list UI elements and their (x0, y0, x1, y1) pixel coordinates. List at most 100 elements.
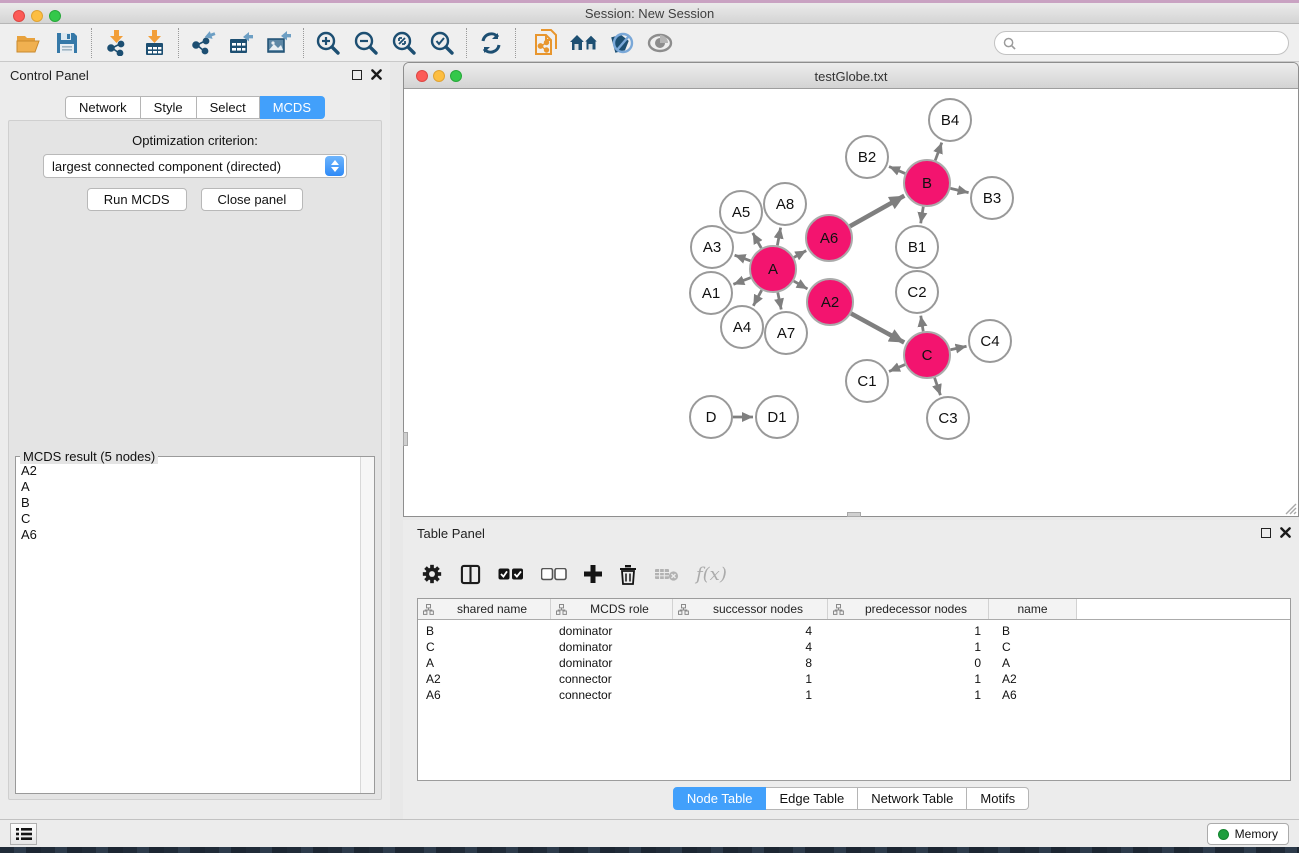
hide-labels-button[interactable] (603, 27, 641, 59)
table-cell: B (418, 624, 551, 638)
tab-network-table[interactable]: Network Table (858, 787, 967, 810)
graph-edge-B-B3[interactable] (950, 188, 968, 192)
table-cell: B (989, 624, 1077, 638)
table-row[interactable]: Cdominator41C (418, 639, 1290, 655)
column-header-MCDS-role[interactable]: MCDS role (551, 599, 673, 619)
graph-node-label-A3: A3 (703, 239, 721, 256)
delete-column-button[interactable] (619, 564, 637, 585)
search-field[interactable] (994, 31, 1289, 55)
run-mcds-button[interactable]: Run MCDS (87, 188, 187, 211)
refresh-button[interactable] (472, 27, 510, 59)
graph-edge-B-B1[interactable] (921, 207, 924, 224)
column-header-filler (1077, 599, 1290, 619)
show-columns-button[interactable] (460, 564, 481, 585)
close-panel-button[interactable]: Close panel (201, 188, 304, 211)
tab-motifs[interactable]: Motifs (967, 787, 1029, 810)
graph-edge-A-A3[interactable] (735, 255, 751, 261)
graph-edge-C-C3[interactable] (935, 378, 941, 395)
result-list-item[interactable]: A6 (21, 527, 360, 543)
control-panel-title: Control Panel (10, 68, 89, 83)
graph-node-label-A7: A7 (777, 325, 795, 342)
zoom-fit-button[interactable] (385, 27, 423, 59)
table-cell: 0 (828, 656, 989, 670)
toolbar-separator (91, 28, 92, 58)
graph-edge-A-A6[interactable] (794, 251, 806, 258)
table-row[interactable]: Adominator80A (418, 655, 1290, 671)
graph-edge-A2-C[interactable] (851, 314, 904, 343)
zoom-selected-icon (429, 30, 455, 56)
save-session-button[interactable] (48, 27, 86, 59)
open-folder-icon (16, 32, 42, 54)
graph-edge-A-A4[interactable] (753, 290, 761, 306)
graph-edge-A-A5[interactable] (753, 233, 762, 248)
resize-grip-icon[interactable] (1284, 502, 1297, 515)
memory-button[interactable]: Memory (1207, 823, 1289, 845)
result-list-item[interactable]: A (21, 479, 360, 495)
close-table-panel-icon[interactable] (1280, 527, 1291, 538)
graph-edge-A6-B[interactable] (850, 196, 904, 227)
table-panel-title: Table Panel (417, 526, 485, 541)
delete-table-button-disabled (654, 566, 679, 582)
table-row[interactable]: A6connector11A6 (418, 687, 1290, 703)
table-cell: C (418, 640, 551, 654)
table-row[interactable]: Bdominator41B (418, 623, 1290, 639)
toolbar-separator (466, 28, 467, 58)
save-icon (56, 32, 78, 54)
zoom-out-button[interactable] (347, 27, 385, 59)
result-list-item[interactable]: B (21, 495, 360, 511)
result-list-item[interactable]: C (21, 511, 360, 527)
zoom-in-button[interactable] (309, 27, 347, 59)
tab-mcds[interactable]: MCDS (260, 96, 325, 119)
graph-edge-B-B2[interactable] (889, 167, 905, 174)
add-column-button[interactable] (584, 565, 602, 583)
open-session-button[interactable] (10, 27, 48, 59)
network-vscroll-thumb[interactable] (403, 432, 408, 446)
network-window-titlebar[interactable]: testGlobe.txt (404, 63, 1298, 89)
table-cell: 1 (828, 640, 989, 654)
table-row[interactable]: A2connector11A2 (418, 671, 1290, 687)
graph-edge-C-C2[interactable] (921, 316, 923, 332)
import-table-button[interactable] (135, 27, 173, 59)
node-table[interactable]: shared nameMCDS rolesuccessor nodesprede… (417, 598, 1291, 781)
result-list-scrollbar[interactable] (360, 457, 374, 793)
network-canvas[interactable]: B4B2BB3A5A8A6B1A3AC2A1A2A4A7C4CC1C3DD1 (404, 89, 1298, 516)
graph-edge-C-C1[interactable] (889, 365, 905, 372)
export-table-button[interactable] (222, 27, 260, 59)
network-hscroll-thumb[interactable] (847, 512, 861, 517)
home-layout-button[interactable] (565, 27, 603, 59)
tab-style[interactable]: Style (141, 96, 197, 119)
criterion-dropdown[interactable]: largest connected component (directed) (43, 154, 347, 178)
export-image-button[interactable] (260, 27, 298, 59)
float-panel-icon[interactable] (352, 70, 362, 80)
column-header-predecessor-nodes[interactable]: predecessor nodes (828, 599, 989, 619)
table-cell: 1 (828, 688, 989, 702)
network-from-file-button[interactable] (527, 27, 565, 59)
export-network-button[interactable] (184, 27, 222, 59)
graph-edge-A-A1[interactable] (733, 278, 750, 285)
tab-node-table[interactable]: Node Table (673, 787, 767, 810)
table-settings-button[interactable] (421, 563, 443, 585)
task-history-button[interactable] (10, 823, 37, 845)
column-header-shared-name[interactable]: shared name (418, 599, 551, 619)
column-header-name[interactable]: name (989, 599, 1077, 619)
float-table-panel-icon[interactable] (1261, 528, 1271, 538)
table-cell: A2 (418, 672, 551, 686)
result-list-item[interactable]: A2 (21, 463, 360, 479)
zoom-selected-button[interactable] (423, 27, 461, 59)
graph-edge-B-B4[interactable] (935, 143, 942, 161)
select-all-button[interactable] (498, 568, 524, 581)
column-header-successor-nodes[interactable]: successor nodes (673, 599, 828, 619)
tab-select[interactable]: Select (197, 96, 260, 119)
graph-edge-C-C4[interactable] (950, 346, 966, 350)
search-input[interactable] (1016, 33, 1288, 53)
deselect-all-button[interactable] (541, 568, 567, 581)
show-hide-graphics-button[interactable] (641, 27, 679, 59)
tab-network[interactable]: Network (65, 96, 141, 119)
import-network-button[interactable] (97, 27, 135, 59)
graph-edge-A-A8[interactable] (777, 228, 780, 246)
graph-edge-A-A2[interactable] (794, 281, 808, 289)
graph-edge-A-A7[interactable] (778, 293, 781, 310)
close-panel-icon[interactable] (371, 69, 382, 80)
table-cell: connector (551, 672, 673, 686)
tab-edge-table[interactable]: Edge Table (766, 787, 858, 810)
